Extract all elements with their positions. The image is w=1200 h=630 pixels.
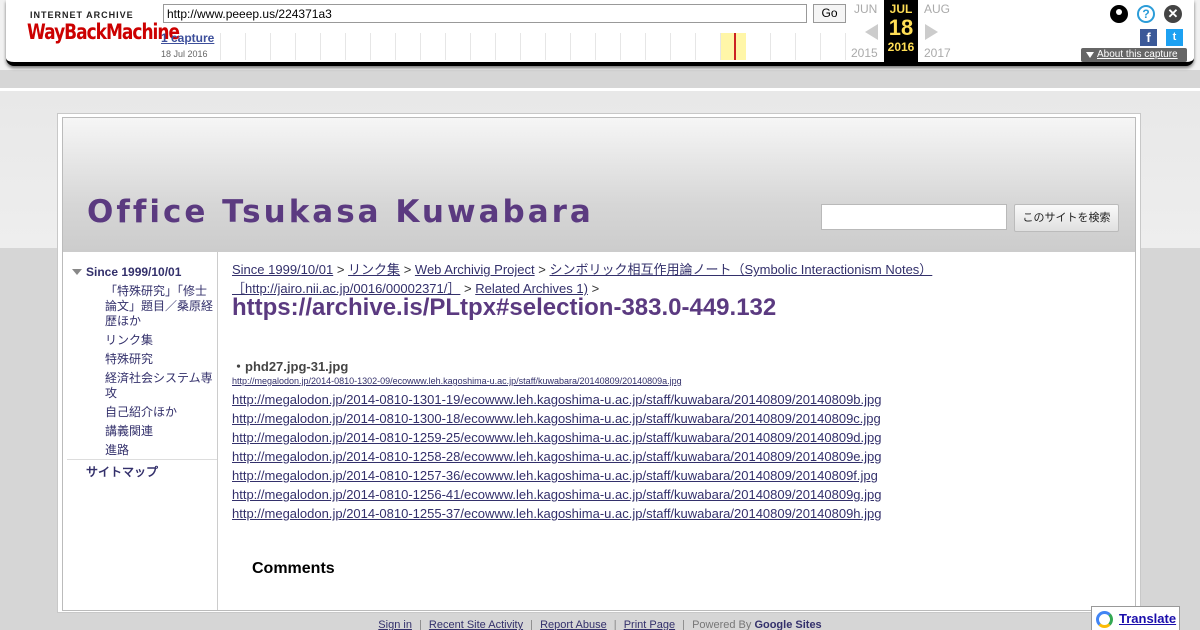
translate-link[interactable]: Translate	[1119, 611, 1176, 626]
wayback-capture-date: 18 Jul 2016	[161, 49, 208, 59]
archive-link-e[interactable]: http://megalodon.jp/2014-0810-1258-28/ec…	[232, 449, 882, 464]
sidebar-item-since[interactable]: Since 1999/10/01	[86, 265, 181, 279]
about-capture-button[interactable]: About this capture	[1081, 48, 1187, 62]
site-frame: Office Tsukasa Kuwabara このサイトを検索 Since 1…	[57, 113, 1141, 613]
main-content: Since 1999/10/01 > リンク集 > Web Archivig P…	[232, 252, 1127, 610]
footer-sep: |	[530, 619, 533, 630]
archive-link-f[interactable]: http://megalodon.jp/2014-0810-1257-36/ec…	[232, 468, 878, 483]
sign-in-link[interactable]: Sign in	[378, 619, 412, 630]
archive-link-d[interactable]: http://megalodon.jp/2014-0810-1259-25/ec…	[232, 430, 882, 445]
breadcrumb-links[interactable]: リンク集	[348, 262, 400, 277]
sidebar-item-profile[interactable]: 自己紹介ほか	[105, 405, 217, 420]
comments-heading: Comments	[252, 560, 335, 577]
translate-widget[interactable]: Translate	[1091, 606, 1180, 630]
sidebar-divider	[67, 459, 217, 460]
wayback-prev-month[interactable]: JUN	[854, 2, 877, 16]
archive-link-a[interactable]: http://megalodon.jp/2014-0810-1302-09/ec…	[232, 376, 682, 386]
user-icon[interactable]	[1110, 5, 1128, 23]
archive-link-h[interactable]: http://megalodon.jp/2014-0810-1255-37/ec…	[232, 506, 882, 521]
wayback-go-button[interactable]: Go	[813, 4, 846, 23]
sidebar-item-lectures[interactable]: 講義関連	[105, 424, 217, 439]
wayback-next-month[interactable]: AUG	[924, 2, 950, 16]
page-title: https://archive.is/PLtpx#selection-383.0…	[232, 294, 777, 321]
breadcrumb-sep: >	[336, 262, 345, 277]
google-sites-link[interactable]: Google Sites	[754, 619, 821, 630]
archive-link-g[interactable]: http://megalodon.jp/2014-0810-1256-41/ec…	[232, 487, 882, 502]
wayback-toolbar: INTERNET ARCHIVE WayBackMachine http://w…	[0, 0, 1200, 70]
sidebar-item-economics[interactable]: 経済社会システム専攻	[105, 371, 217, 401]
wayback-current-date: JUL 18 2016	[884, 0, 918, 62]
twitter-icon[interactable]: t	[1166, 29, 1183, 46]
wayback-panel: INTERNET ARCHIVE WayBackMachine http://w…	[6, 0, 1194, 66]
wayback-logo-top: INTERNET ARCHIVE	[30, 10, 134, 20]
report-abuse-link[interactable]: Report Abuse	[540, 619, 607, 630]
breadcrumb: Since 1999/10/01 > リンク集 > Web Archivig P…	[232, 260, 952, 298]
site-header: Office Tsukasa Kuwabara このサイトを検索	[63, 118, 1135, 252]
site-frame-inner: Office Tsukasa Kuwabara このサイトを検索 Since 1…	[62, 117, 1136, 611]
recent-activity-link[interactable]: Recent Site Activity	[429, 619, 523, 630]
breadcrumb-sep: >	[538, 262, 546, 277]
site-search-input[interactable]	[821, 204, 1007, 230]
prev-capture-arrow-icon[interactable]	[865, 24, 878, 40]
close-icon[interactable]: ✕	[1164, 5, 1182, 23]
powered-by-label: Powered By	[692, 619, 752, 630]
breadcrumb-web-archiving[interactable]: Web Archivig Project	[415, 262, 535, 277]
image-caption: ・phd27.jpg-31.jpg	[232, 359, 349, 374]
sidebar-item-sitemap[interactable]: サイトマップ	[86, 463, 158, 480]
archive-link-c[interactable]: http://megalodon.jp/2014-0810-1300-18/ec…	[232, 411, 881, 426]
sidebar-item-tokushu[interactable]: 特殊研究	[105, 352, 217, 367]
site-search-button[interactable]: このサイトを検索	[1014, 204, 1119, 232]
wayback-logo[interactable]: INTERNET ARCHIVE WayBackMachine	[26, 6, 180, 48]
archive-link-b[interactable]: http://megalodon.jp/2014-0810-1301-19/ec…	[232, 392, 882, 407]
site-footer: Sign in | Recent Site Activity | Report …	[0, 619, 1200, 630]
google-g-icon	[1096, 611, 1113, 628]
wayback-next-year[interactable]: 2017	[924, 46, 951, 60]
wayback-sparkline[interactable]	[220, 33, 846, 60]
wayback-cur-day: 18	[888, 15, 914, 40]
footer-sep: |	[682, 619, 685, 630]
wayback-cur-year: 2016	[887, 40, 915, 54]
footer-sep: |	[419, 619, 422, 630]
print-page-link[interactable]: Print Page	[624, 619, 675, 630]
breadcrumb-sep: >	[403, 262, 412, 277]
wayback-url-input[interactable]: http://www.peeep.us/224371a3	[163, 4, 807, 23]
sidebar-item-links[interactable]: リンク集	[105, 333, 217, 348]
sparkline-capture-mark[interactable]	[734, 33, 736, 60]
collapse-triangle-icon[interactable]	[72, 269, 82, 275]
sidebar: Since 1999/10/01 「特殊研究」「修士論文」題目／桑原経歴ほか リ…	[63, 252, 218, 610]
site-title[interactable]: Office Tsukasa Kuwabara	[87, 194, 594, 230]
wayback-captures-link[interactable]: 1 capture	[161, 31, 214, 45]
wayback-prev-year[interactable]: 2015	[851, 46, 878, 60]
wayback-cur-month: JUL	[889, 2, 913, 16]
facebook-icon[interactable]: f	[1140, 29, 1157, 46]
help-icon[interactable]: ?	[1137, 5, 1155, 23]
sidebar-item-tokushu-shushi[interactable]: 「特殊研究」「修士論文」題目／桑原経歴ほか	[105, 284, 217, 329]
wayback-logo-main: WayBackMachine	[27, 20, 180, 45]
footer-sep: |	[613, 619, 617, 630]
next-capture-arrow-icon[interactable]	[925, 24, 938, 40]
breadcrumb-since[interactable]: Since 1999/10/01	[232, 262, 333, 277]
sidebar-item-career[interactable]: 進路	[105, 443, 217, 458]
